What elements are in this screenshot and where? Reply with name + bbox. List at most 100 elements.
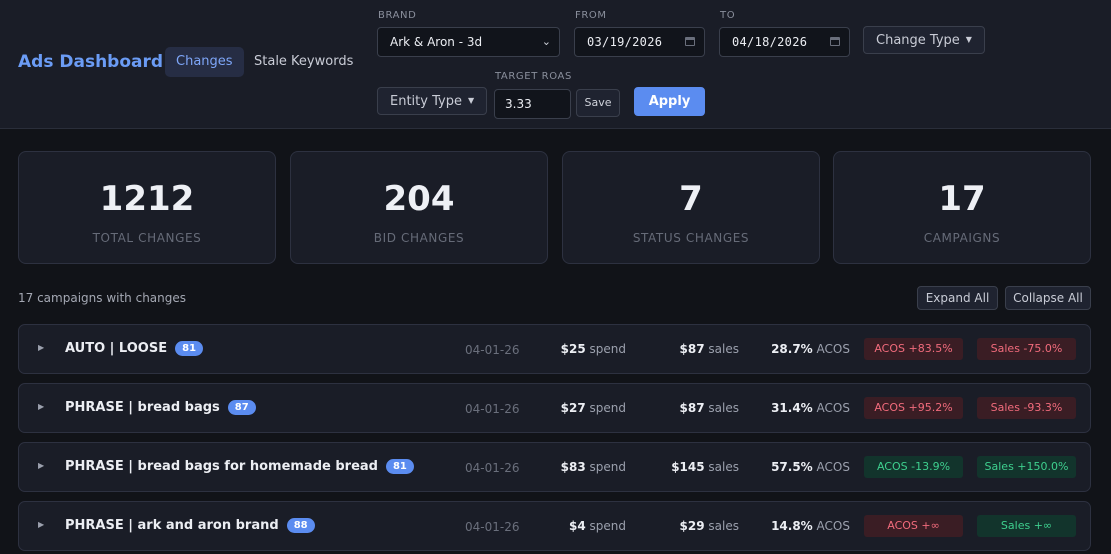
acos-value: 28.7% (771, 342, 813, 356)
change-count-badge: 81 (385, 459, 414, 474)
campaign-name: PHRASE | ark and aron brand (65, 518, 279, 533)
acos-metric: 28.7% ACOS (771, 342, 850, 356)
spend-unit: spend (589, 519, 626, 533)
spend-unit: spend (589, 401, 626, 415)
campaign-date: 04-01-26 (465, 520, 520, 534)
acos-metric: 57.5% ACOS (771, 460, 850, 474)
sales-change-chip: Sales -93.3% (977, 397, 1076, 419)
campaign-name: AUTO | LOOSE (65, 341, 168, 356)
stat-value: 7 (679, 179, 703, 219)
sales-value: $87 (679, 401, 705, 415)
brand-select[interactable]: Ark & Aron - 3d ⌄ (377, 27, 560, 57)
acos-unit: ACOS (816, 519, 850, 533)
campaign-name-wrap: PHRASE | ark and aron brand 88 (65, 518, 315, 533)
stat-label: BID CHANGES (373, 231, 465, 245)
stat-label: STATUS CHANGES (632, 231, 750, 245)
sales-value: $87 (679, 342, 705, 356)
change-count-badge: 81 (175, 341, 204, 356)
tab-stale-keywords[interactable]: Stale Keywords (243, 47, 364, 77)
chevron-down-icon: ⌄ (541, 35, 551, 48)
entity-type-label: Entity Type (390, 94, 462, 109)
stat-value: 204 (383, 179, 455, 219)
app-title: Ads Dashboard (18, 52, 164, 72)
top-header: Ads Dashboard Changes Stale Keywords BRA… (0, 0, 1111, 129)
campaign-row[interactable]: ▶ PHRASE | bread bags 87 04-01-26 $27 spe… (18, 383, 1091, 433)
collapse-all-button[interactable]: Collapse All (1005, 286, 1091, 310)
to-label: TO (720, 10, 736, 21)
sales-unit: sales (708, 460, 739, 474)
campaign-name-wrap: PHRASE | bread bags 87 (65, 400, 256, 415)
sales-change-chip: Sales +∞ (977, 515, 1076, 537)
target-roas-value: 3.33 (505, 97, 532, 111)
sales-unit: sales (708, 342, 739, 356)
spend-metric: $27 spend (561, 401, 626, 415)
acos-value: 31.4% (771, 401, 813, 415)
calendar-icon[interactable] (830, 37, 840, 46)
entity-type-dropdown[interactable]: Entity Type ▼ (377, 87, 488, 115)
change-type-dropdown[interactable]: Change Type ▼ (863, 26, 985, 54)
acos-change-chip: ACOS +95.2% (864, 397, 963, 419)
target-roas-input[interactable]: 3.33 (494, 89, 571, 119)
sales-unit: sales (708, 519, 739, 533)
sales-unit: sales (708, 401, 739, 415)
campaign-row[interactable]: ▶ PHRASE | bread bags for homemade bread… (18, 442, 1091, 492)
stat-value: 1212 (99, 179, 195, 219)
campaign-name-wrap: PHRASE | bread bags for homemade bread 81 (65, 459, 414, 474)
from-date-value: 03/19/2026 (587, 35, 663, 49)
change-type-label: Change Type (876, 33, 960, 48)
spend-metric: $83 spend (561, 460, 626, 474)
acos-metric: 14.8% ACOS (771, 519, 850, 533)
expand-arrow-icon[interactable]: ▶ (38, 461, 44, 470)
acos-metric: 31.4% ACOS (771, 401, 850, 415)
expand-arrow-icon[interactable]: ▶ (38, 402, 44, 411)
acos-unit: ACOS (816, 460, 850, 474)
sales-metric: $145 sales (671, 460, 739, 474)
target-roas-label: TARGET ROAS (495, 71, 572, 82)
caret-down-icon: ▼ (965, 35, 972, 44)
spend-value: $25 (560, 342, 586, 356)
acos-value: 57.5% (771, 460, 813, 474)
campaign-row[interactable]: ▶ AUTO | LOOSE 81 04-01-26 $25 spend $87 … (18, 324, 1091, 374)
stat-card-bid-changes: 204 BID CHANGES (290, 151, 548, 264)
spend-value: $4 (568, 519, 586, 533)
spend-value: $27 (560, 401, 586, 415)
campaign-name: PHRASE | bread bags for homemade bread (65, 459, 378, 474)
sales-metric: $87 sales (680, 401, 739, 415)
stat-card-total-changes: 1212 TOTAL CHANGES (18, 151, 276, 264)
expand-all-button[interactable]: Expand All (917, 286, 998, 310)
stat-value: 17 (938, 179, 986, 219)
brand-label: BRAND (378, 10, 417, 21)
campaign-date: 04-01-26 (465, 343, 520, 357)
apply-button[interactable]: Apply (634, 87, 705, 116)
acos-unit: ACOS (816, 401, 850, 415)
campaign-name: PHRASE | bread bags (65, 400, 220, 415)
campaign-date: 04-01-26 (465, 461, 520, 475)
stat-label: CAMPAIGNS (923, 231, 1001, 245)
spend-metric: $25 spend (561, 342, 626, 356)
save-button[interactable]: Save (576, 89, 620, 117)
campaign-summary: 17 campaigns with changes (18, 291, 187, 305)
expand-arrow-icon[interactable]: ▶ (38, 343, 44, 352)
sales-value: $29 (679, 519, 705, 533)
to-date-value: 04/18/2026 (732, 35, 808, 49)
sales-change-chip: Sales -75.0% (977, 338, 1076, 360)
change-count-badge: 88 (286, 518, 315, 533)
stat-card-campaigns: 17 CAMPAIGNS (833, 151, 1091, 264)
campaign-row[interactable]: ▶ PHRASE | ark and aron brand 88 04-01-26… (18, 501, 1091, 551)
acos-change-chip: ACOS +∞ (864, 515, 963, 537)
from-date-input[interactable]: 03/19/2026 (574, 27, 705, 57)
sales-metric: $29 sales (680, 519, 739, 533)
spend-value: $83 (560, 460, 586, 474)
acos-change-chip: ACOS -13.9% (864, 456, 963, 478)
change-count-badge: 87 (227, 400, 256, 415)
caret-down-icon: ▼ (467, 96, 475, 105)
to-date-input[interactable]: 04/18/2026 (719, 27, 850, 57)
brand-select-value: Ark & Aron - 3d (390, 35, 483, 49)
calendar-icon[interactable] (685, 37, 695, 46)
expand-arrow-icon[interactable]: ▶ (38, 520, 44, 529)
sales-metric: $87 sales (680, 342, 739, 356)
sales-change-chip: Sales +150.0% (977, 456, 1076, 478)
campaign-name-wrap: AUTO | LOOSE 81 (65, 341, 204, 356)
tab-changes[interactable]: Changes (165, 47, 244, 77)
spend-unit: spend (589, 460, 626, 474)
